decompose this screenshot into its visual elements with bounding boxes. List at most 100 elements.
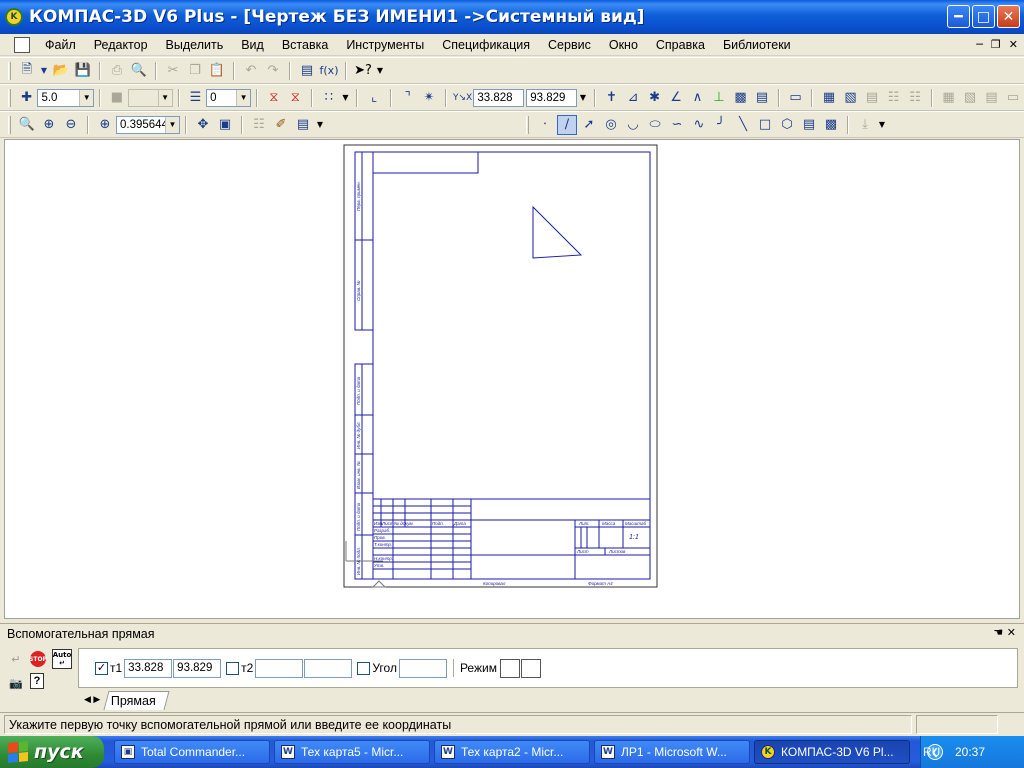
open-folder-icon[interactable]: 📂 [51,61,71,81]
print-icon[interactable]: ⎙ [107,61,127,81]
brush-icon[interactable]: ✐ [271,115,291,135]
rectangle-icon[interactable]: □ [755,115,775,135]
camera-icon[interactable]: 📷 [6,673,26,693]
snap-middle-icon[interactable]: ⊿ [623,88,643,108]
task-kompas[interactable]: K КОМПАС-3D V6 Pl... [754,740,910,764]
language-indicator[interactable]: RU [923,745,940,759]
toolbar-grip[interactable] [526,115,529,134]
t2-checkbox[interactable] [226,661,240,675]
chamfer-icon[interactable]: ╲ [733,115,753,135]
menu-select[interactable]: Выделить [157,38,233,52]
zoom-scale-icon[interactable]: ⊕ [95,115,115,135]
point-icon[interactable]: ⋅ [535,115,555,135]
variables-fx-icon[interactable]: f(x) [319,61,339,81]
tab-scroll-icon[interactable]: ◀ ▶ [84,694,100,705]
snap-local-icon[interactable]: ⧖ [286,88,306,108]
menu-view[interactable]: Вид [232,38,273,52]
round-coords-icon[interactable]: ✴ [419,88,439,108]
align-icon[interactable]: ☷ [884,88,904,108]
t1-x-field[interactable]: 33.828 [124,658,173,678]
chevron-down-icon[interactable]: ▼ [79,89,94,106]
circle-icon[interactable]: ◎ [601,115,621,135]
spec-sync-icon[interactable]: ▦ [939,88,959,108]
ellipse-icon[interactable]: ⬭ [645,115,665,135]
auxiliary-line-icon[interactable]: ∕ [557,114,577,135]
fillet-icon[interactable]: ╯ [711,115,731,135]
ortho-icon[interactable]: ⌝ [398,88,418,108]
view-params-icon[interactable]: ▭ [786,88,806,108]
context-help-icon[interactable]: ➤? [353,61,373,81]
task-word-2[interactable]: W Тех карта2 - Micr... [434,740,590,764]
mode-multi-line-icon[interactable] [520,658,541,678]
minimize-button[interactable]: ━ [947,5,970,28]
y-coordinate-field[interactable]: 93.829 [526,88,578,107]
close-button[interactable]: ✕ [997,5,1020,28]
angle-checkbox[interactable] [357,661,371,675]
enter-icon[interactable]: ↵ [6,649,26,669]
mdi-restore-icon[interactable]: ❐ [991,38,1001,51]
style-icon[interactable]: ■ [107,88,127,108]
help-icon[interactable]: ? [30,673,44,689]
new-document-icon[interactable]: 🗎 [17,61,37,81]
spec-icon[interactable]: ▤ [862,88,882,108]
t2-y-field[interactable] [304,658,353,678]
style-combo[interactable]: ▼ [127,88,173,107]
dropdown-arrow-icon[interactable]: ▼ [315,115,325,135]
drawing-sheet[interactable]: Изм. Лист № докум. Подп. Дата Разраб. Пр… [343,143,663,593]
zoom-combo[interactable]: 0.395644 ▼ [116,115,180,134]
panel-pin-icon[interactable]: ☚ ✕ [993,626,1016,639]
spline-icon[interactable]: ∿ [689,115,709,135]
x-coordinate-field[interactable]: 33.828 [473,88,525,107]
menu-editor[interactable]: Редактор [85,38,157,52]
show-all-icon[interactable]: ▣ [215,115,235,135]
view-manager-icon[interactable]: ▦ [819,88,839,108]
cut-icon[interactable]: ✂ [163,61,183,81]
t1-y-field[interactable]: 93.829 [173,658,222,678]
dropdown-arrow-icon[interactable]: ▼ [375,61,385,81]
snap-magnet-icon[interactable]: ⧖ [264,88,284,108]
triangle-shape[interactable] [532,205,583,259]
mdi-minimize-icon[interactable]: ─ [976,38,983,51]
title-bar[interactable]: K КОМПАС-3D V6 Plus - [Чертеж БЕЗ ИМЕНИ1… [0,0,1024,34]
maximize-button[interactable]: □ [972,5,995,28]
print-preview-icon[interactable]: 🔍 [129,61,149,81]
lib-icon[interactable]: ☷ [905,88,925,108]
kompas-icon[interactable]: K [5,8,23,26]
mode-single-line-icon[interactable] [499,658,520,678]
snap-nearest-icon[interactable]: ▩ [731,88,751,108]
snap-tangent-icon[interactable]: ∧ [688,88,708,108]
snap-settings-icon[interactable]: ▤ [752,88,772,108]
document-icon[interactable] [14,36,30,53]
segment-icon[interactable]: ➚ [579,115,599,135]
toolbar-grip[interactable] [8,115,11,134]
bezier-icon[interactable]: ∽ [667,115,687,135]
t1-checkbox[interactable]: ✓ [95,661,108,675]
snap-angle-icon[interactable]: ∠ [666,88,686,108]
tab-line[interactable]: Прямая [103,691,170,710]
menu-libraries[interactable]: Библиотеки [714,38,800,52]
layer-manager-icon[interactable]: ▧ [841,88,861,108]
chevron-down-icon[interactable]: ▼ [157,89,172,106]
chevron-down-icon[interactable]: ▼ [165,116,179,133]
task-word-3[interactable]: W ЛР1 - Microsoft W... [594,740,750,764]
redo-icon[interactable]: ↷ [263,61,283,81]
polygon-icon[interactable]: ⬡ [777,115,797,135]
copy-icon[interactable]: ❐ [185,61,205,81]
manager-icon[interactable]: ▤ [297,61,317,81]
spec-link-icon[interactable]: ▤ [982,88,1002,108]
dropdown-arrow-icon[interactable]: ▼ [578,88,588,108]
toolbar-grip[interactable] [8,61,11,80]
menu-service[interactable]: Сервис [539,38,600,52]
mdi-close-icon[interactable]: ✕ [1009,38,1018,51]
menu-help[interactable]: Справка [647,38,714,52]
menu-file[interactable]: Файл [36,38,85,52]
hatch-icon[interactable]: ▤ [799,115,819,135]
angle-field[interactable] [398,658,447,678]
menu-window[interactable]: Окно [600,38,647,52]
paste-icon[interactable]: 📋 [207,61,227,81]
task-word-1[interactable]: W Тех карта5 - Micr... [274,740,430,764]
menu-insert[interactable]: Вставка [273,38,337,52]
zoom-in-icon[interactable]: ⊕ [39,115,59,135]
t2-x-field[interactable] [255,658,304,678]
zoom-out-icon[interactable]: ⊖ [61,115,81,135]
